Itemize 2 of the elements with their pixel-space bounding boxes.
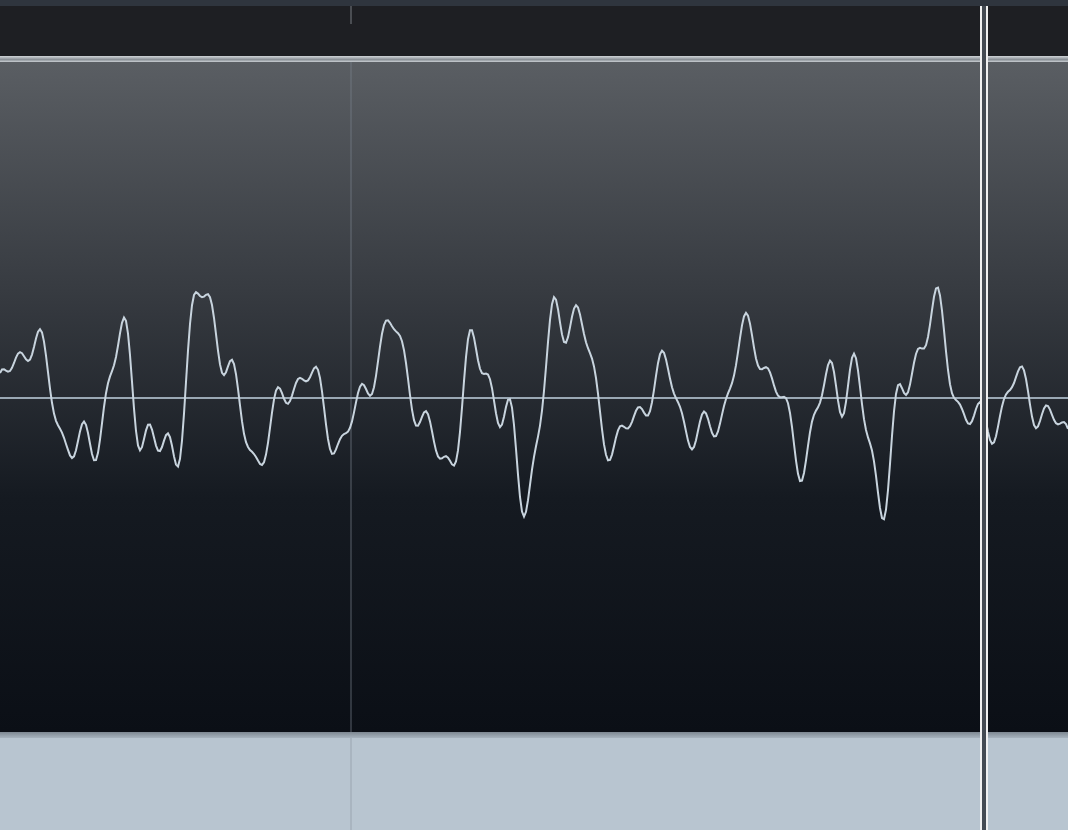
ruler-tick — [350, 6, 352, 24]
playhead[interactable] — [980, 6, 988, 830]
